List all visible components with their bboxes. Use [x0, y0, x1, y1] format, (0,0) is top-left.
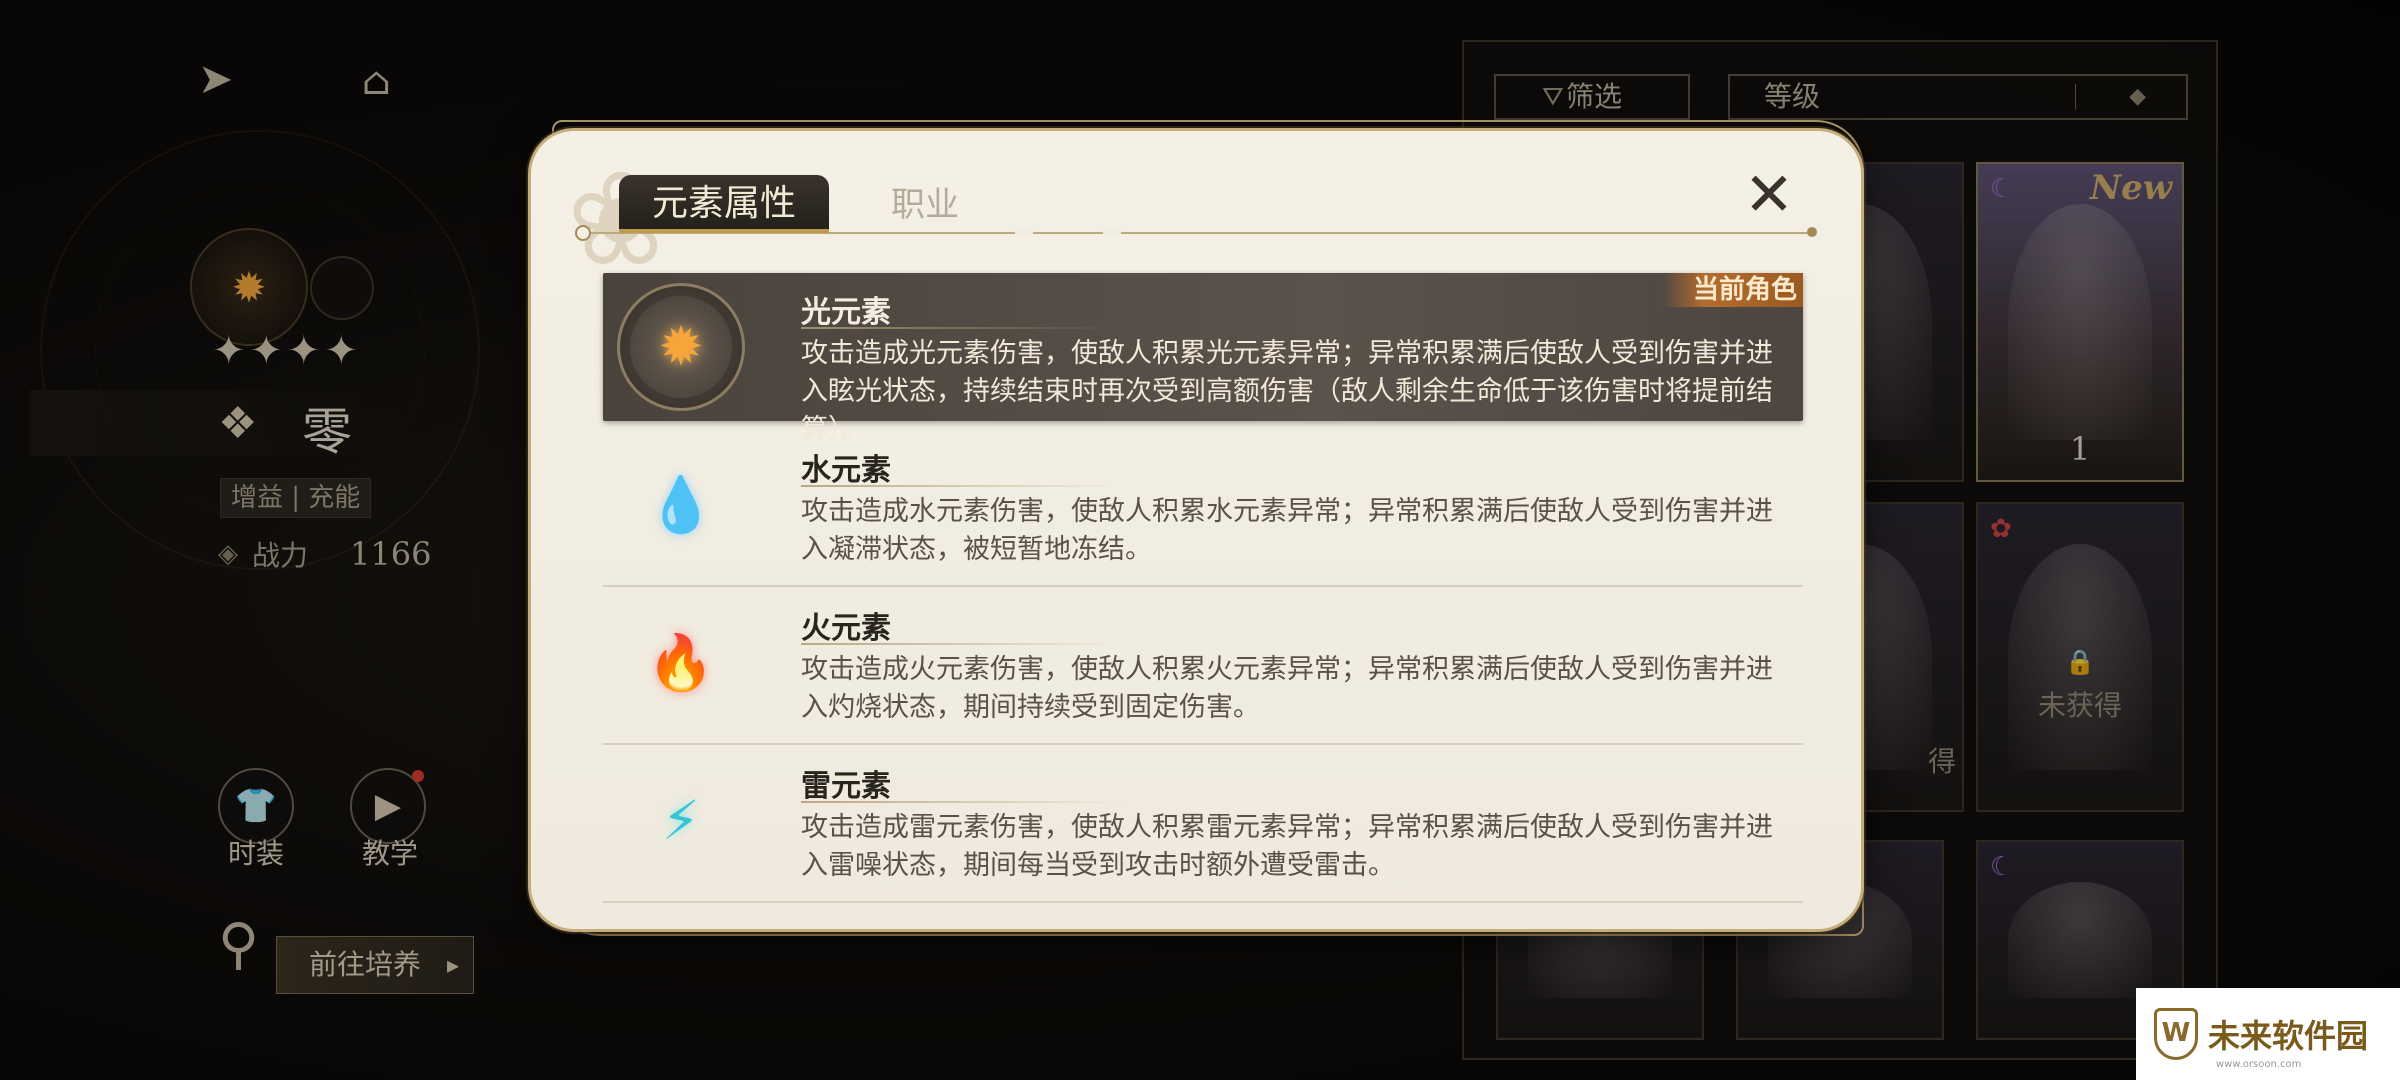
tab-line-endpoint	[1807, 227, 1817, 237]
water-element-icon: 💧	[647, 473, 715, 536]
tab-profession[interactable]: 职业	[875, 181, 975, 229]
watermark-logo-icon: W	[2154, 1008, 2198, 1060]
site-watermark: W 未来软件园 www.orsoon.com	[2136, 988, 2400, 1080]
title-divider	[801, 327, 1121, 329]
tab-element-attributes[interactable]: 元素属性	[619, 175, 829, 233]
element-row-light[interactable]: 当前角色 ✹ 光元素 攻击造成光元素伤害，使敌人积累光元素异常；异常积累满后使敌…	[603, 273, 1803, 445]
element-icon-frame: 🔥	[617, 599, 745, 727]
element-description: 攻击造成雷元素伤害，使敌人积累雷元素异常；异常积累满后使敌人受到伤害并进入雷噪状…	[801, 812, 1773, 881]
close-button[interactable]: ✕	[1741, 165, 1797, 225]
thunder-element-icon: ⚡	[662, 789, 700, 852]
element-info-modal: ❀ 元素属性 职业 ✕ 当前角色 ✹ 光元素 攻击造成光元素伤害，使敌人积累光元…	[528, 128, 1864, 932]
element-icon-frame: 💧	[617, 441, 745, 569]
element-icon-frame: ✹	[617, 283, 745, 411]
element-row-water[interactable]: 💧 水元素 攻击造成水元素伤害，使敌人积累水元素异常；异常积累满后使敌人受到伤害…	[603, 431, 1803, 587]
element-row-fire[interactable]: 🔥 火元素 攻击造成火元素伤害，使敌人积累火元素异常；异常积累满后使敌人受到伤害…	[603, 589, 1803, 745]
tab-line-gap	[1015, 227, 1033, 237]
tab-line-gap	[1103, 227, 1121, 237]
element-name: 水元素	[801, 453, 891, 488]
title-divider	[801, 801, 1121, 803]
watermark-url: www.orsoon.com	[2216, 1059, 2302, 1070]
element-description: 攻击造成水元素伤害，使敌人积累水元素异常；异常积累满后使敌人受到伤害并进入凝滞状…	[801, 496, 1773, 565]
element-description: 攻击造成火元素伤害，使敌人积累火元素异常；异常积累满后使敌人受到伤害并进入灼烧状…	[801, 654, 1773, 723]
element-name: 火元素	[801, 611, 891, 646]
close-icon: ✕	[1743, 160, 1795, 230]
element-name: 雷元素	[801, 769, 891, 804]
light-element-icon: ✹	[658, 315, 704, 378]
fire-element-icon: 🔥	[647, 631, 715, 694]
tab-line-endpoint	[575, 225, 591, 241]
title-divider	[801, 485, 1121, 487]
element-icon-frame: ⚡	[617, 757, 745, 885]
element-name: 光元素	[801, 295, 891, 330]
watermark-text: 未来软件园	[2208, 1017, 2369, 1055]
element-row-thunder[interactable]: ⚡ 雷元素 攻击造成雷元素伤害，使敌人积累雷元素异常；异常积累满后使敌人受到伤害…	[603, 747, 1803, 903]
title-divider	[801, 643, 1121, 645]
current-character-badge: 当前角色	[1662, 273, 1803, 307]
